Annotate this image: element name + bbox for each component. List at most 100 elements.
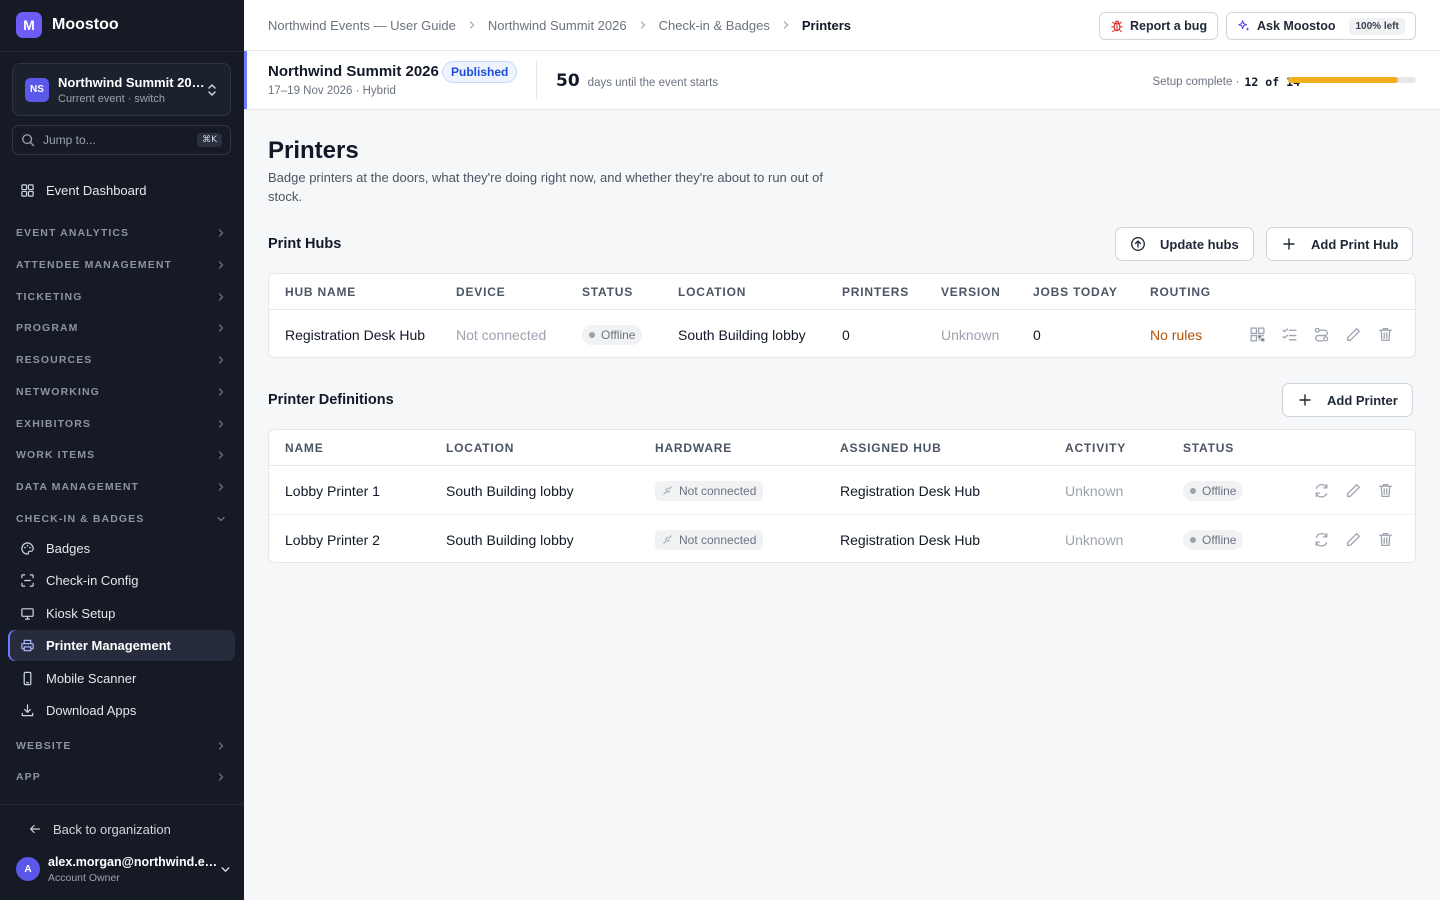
nav-checkin-config[interactable]: Check-in Config	[8, 565, 235, 596]
nav-printer-management[interactable]: Printer Management	[8, 630, 235, 661]
event-switcher[interactable]: NS Northwind Summit 2026 Current event ·…	[12, 63, 231, 116]
breadcrumb-item[interactable]: Check-in & Badges	[659, 18, 770, 33]
event-switcher-subtitle: Current event · switch	[58, 92, 165, 105]
user-role: Account Owner	[48, 871, 120, 884]
table-row: Lobby Printer 2 South Building lobby Not…	[269, 515, 1415, 564]
add-print-hub-button[interactable]: Add Print Hub	[1266, 227, 1414, 261]
printer-activity: Unknown	[1065, 482, 1124, 499]
nav-badges[interactable]: Badges	[8, 533, 235, 564]
section-ticketing[interactable]: TICKETING	[0, 285, 244, 309]
chevron-right-icon	[218, 356, 224, 364]
column-header: STATUS	[582, 284, 634, 299]
back-to-organization-label: Back to organization	[53, 821, 171, 837]
section-program[interactable]: PROGRAM	[0, 316, 244, 340]
event-accent-bar	[244, 51, 247, 109]
checklist-button[interactable]	[1281, 326, 1298, 343]
nav-kiosk-setup[interactable]: Kiosk Setup	[8, 598, 235, 629]
update-hubs-button[interactable]: Update hubs	[1115, 227, 1254, 261]
refresh-button[interactable]	[1313, 482, 1330, 499]
hardware-text: Not connected	[679, 483, 757, 498]
setup-progress-fill	[1288, 77, 1398, 83]
section-work-items[interactable]: WORK ITEMS	[0, 443, 244, 467]
pencil-icon	[1347, 484, 1360, 497]
section-label: PROGRAM	[16, 322, 79, 334]
refresh-icon	[1315, 484, 1328, 498]
section-networking[interactable]: NETWORKING	[0, 380, 244, 404]
setup-done: 12	[1244, 75, 1259, 89]
nav-mobile-scanner[interactable]: Mobile Scanner	[8, 663, 235, 694]
main-content: Printers Badge printers at the doors, wh…	[244, 110, 1440, 900]
nav-label: Kiosk Setup	[46, 606, 116, 621]
nav-label: Event Dashboard	[46, 183, 147, 198]
breadcrumb: Northwind Events — User Guide Northwind …	[268, 0, 851, 50]
user-menu[interactable]: A alex.morgan@northwind.events Account O…	[16, 852, 231, 886]
ask-moostoo-button[interactable]: Ask Moostoo 100% left	[1226, 12, 1416, 40]
add-printer-label: Add Printer	[1327, 392, 1398, 408]
section-exhibitors[interactable]: EXHIBITORS	[0, 412, 244, 436]
printer-hardware: Not connected	[655, 515, 764, 564]
breadcrumb-item[interactable]: Northwind Events — User Guide	[268, 18, 456, 33]
hardware-badge: Not connected	[655, 480, 764, 501]
refresh-button[interactable]	[1313, 531, 1330, 548]
edit-button[interactable]	[1345, 326, 1362, 343]
section-app[interactable]: APP	[0, 765, 244, 789]
palette-icon	[21, 542, 34, 555]
chevron-right-icon	[218, 451, 224, 459]
upload-circle-icon	[1131, 237, 1145, 251]
section-data-management[interactable]: DATA MANAGEMENT	[0, 475, 244, 499]
hub-device: Not connected	[456, 326, 547, 343]
breadcrumb-item[interactable]: Northwind Summit 2026	[488, 18, 627, 33]
status-badge: Published	[442, 61, 518, 83]
hub-routing[interactable]: No rules	[1150, 310, 1202, 359]
column-header: ROUTING	[1150, 284, 1211, 299]
printer-hardware: Not connected	[655, 466, 764, 515]
nav-event-dashboard[interactable]: Event Dashboard	[8, 175, 235, 206]
column-header: VERSION	[941, 284, 1001, 299]
event-switcher-name: Northwind Summit 2026	[58, 74, 206, 90]
section-checkin-badges[interactable]: CHECK-IN & BADGES	[0, 507, 244, 531]
section-website[interactable]: WEBSITE	[0, 734, 244, 758]
scan-icon	[21, 574, 34, 587]
delete-button[interactable]	[1377, 482, 1394, 499]
delete-button[interactable]	[1377, 531, 1394, 548]
status-dot	[1190, 536, 1196, 543]
hub-name: Registration Desk Hub	[285, 326, 426, 343]
pencil-icon	[1347, 533, 1360, 546]
nav-label: Check-in Config	[46, 573, 139, 588]
chevron-right-icon	[469, 21, 475, 29]
grid-icon	[21, 184, 34, 197]
jump-to-search[interactable]: Jump to... ⌘K	[12, 125, 231, 155]
back-to-organization-link[interactable]: Back to organization	[28, 818, 171, 840]
section-label: RESOURCES	[16, 354, 93, 366]
chevron-down-icon	[217, 516, 225, 522]
routing-button[interactable]	[1313, 326, 1330, 343]
hub-location: South Building lobby	[678, 326, 806, 343]
arrow-left-icon	[30, 824, 40, 834]
chevron-right-icon	[218, 483, 224, 491]
section-event-analytics[interactable]: EVENT ANALYTICS	[0, 221, 244, 245]
chevron-right-icon	[218, 773, 224, 781]
monitor-icon	[21, 608, 34, 620]
event-dates: 17–19 Nov 2026 · Hybrid	[268, 85, 396, 97]
brand[interactable]: M Moostoo	[16, 12, 119, 38]
days-count: 50	[556, 71, 580, 91]
topbar: Northwind Events — User Guide Northwind …	[244, 0, 1440, 51]
chevron-up-down-icon	[208, 83, 216, 96]
add-printer-button[interactable]: Add Printer	[1282, 383, 1413, 417]
delete-button[interactable]	[1377, 326, 1394, 343]
jump-shortcut: ⌘K	[197, 133, 222, 147]
divider	[536, 61, 537, 100]
edit-button[interactable]	[1345, 482, 1362, 499]
nav-download-apps[interactable]: Download Apps	[8, 695, 235, 726]
section-attendee-management[interactable]: ATTENDEE MANAGEMENT	[0, 253, 244, 277]
setup-progress-label: Setup complete · 12 of 14	[1152, 75, 1300, 89]
edit-button[interactable]	[1345, 531, 1362, 548]
column-header: PRINTERS	[842, 284, 910, 299]
trash-icon	[1379, 328, 1392, 341]
qr-code-button[interactable]	[1249, 326, 1266, 343]
report-bug-button[interactable]: Report a bug	[1099, 12, 1219, 40]
ai-credits-badge: 100% left	[1349, 17, 1405, 35]
download-icon	[21, 704, 34, 717]
section-resources[interactable]: RESOURCES	[0, 348, 244, 372]
plus-icon	[1283, 238, 1295, 250]
